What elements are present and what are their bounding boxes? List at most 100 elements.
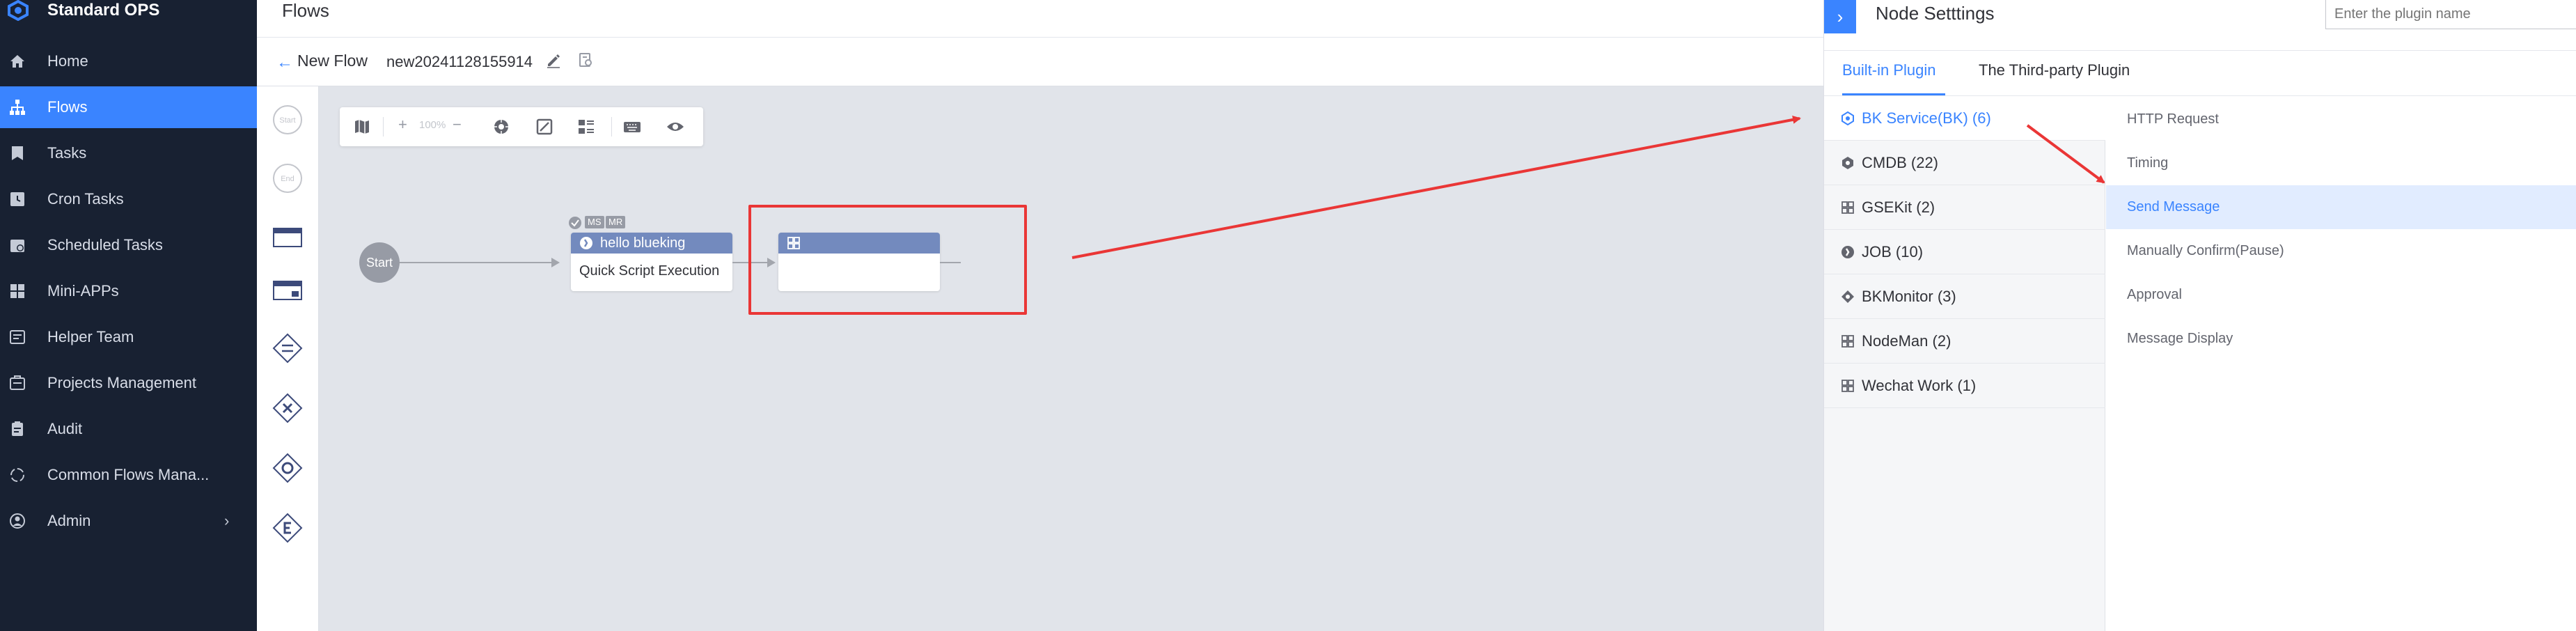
nav-item-scheduled-tasks[interactable]: Scheduled Tasks bbox=[0, 224, 257, 266]
cron-icon bbox=[10, 192, 24, 206]
zoom-out-button[interactable]: − bbox=[453, 116, 462, 134]
group-label: Wechat Work (1) bbox=[1862, 377, 1977, 394]
plugin-label: Send Message bbox=[2127, 199, 2220, 215]
home-icon bbox=[10, 55, 24, 68]
canvas-toolbar: + 100% − bbox=[340, 107, 703, 146]
nav-item-cron-tasks[interactable]: Cron Tasks bbox=[0, 178, 257, 220]
nav-label: Mini-APPs bbox=[47, 282, 119, 299]
connector-arrow bbox=[551, 258, 560, 267]
end-node-tool[interactable]: End bbox=[271, 162, 304, 195]
converge-gateway-tool[interactable] bbox=[271, 451, 304, 485]
group-item-job[interactable]: JOB (10) bbox=[1824, 230, 2105, 274]
plugin-item-timing[interactable]: Timing bbox=[2106, 141, 2576, 185]
zoom-level: 100% bbox=[419, 119, 446, 131]
map-icon[interactable] bbox=[352, 117, 372, 137]
badge-ms: MS bbox=[585, 216, 604, 228]
format-layout-icon[interactable] bbox=[576, 117, 596, 137]
task-node-title: hello blueking bbox=[600, 235, 686, 251]
nav-item-helper-team[interactable]: Helper Team bbox=[0, 316, 257, 358]
nodeman-icon bbox=[1841, 335, 1854, 348]
task-node-tool[interactable] bbox=[271, 220, 304, 254]
task-node-description: Quick Script Execution bbox=[579, 263, 720, 279]
plugin-item-send-message[interactable]: Send Message bbox=[2106, 185, 2576, 229]
group-label: JOB (10) bbox=[1862, 243, 1924, 260]
edit-icon[interactable] bbox=[545, 52, 562, 68]
script-icon bbox=[580, 237, 592, 249]
task-node-header: hello blueking bbox=[571, 233, 732, 254]
start-node[interactable]: Start bbox=[359, 242, 400, 283]
nav-item-flows[interactable]: Flows bbox=[0, 86, 257, 128]
group-item-bk-service[interactable]: BK Service(BK) (6) bbox=[1824, 96, 2105, 141]
exclusive-gateway-tool[interactable] bbox=[271, 391, 304, 425]
tab-built-in-plugin[interactable]: Built-in Plugin bbox=[1842, 61, 1936, 79]
task-node-hello-blueking[interactable]: hello blueking Quick Script Execution bbox=[571, 233, 732, 291]
panel-title: Node Setttings bbox=[1876, 3, 1995, 24]
badge-mr: MR bbox=[606, 216, 626, 228]
nav-label: Home bbox=[47, 52, 88, 70]
wechat-work-icon bbox=[1841, 380, 1854, 392]
scheduled-icon bbox=[10, 240, 24, 252]
nav-item-tasks[interactable]: Tasks bbox=[0, 132, 257, 174]
nav-item-audit[interactable]: Audit bbox=[0, 408, 257, 450]
flows-icon bbox=[10, 100, 25, 115]
group-item-wechat-work[interactable]: Wechat Work (1) bbox=[1824, 364, 2105, 408]
nav-label: Projects Management bbox=[47, 374, 196, 391]
tab-third-party-plugin[interactable]: The Third-party Plugin bbox=[1979, 61, 2130, 79]
group-item-bkmonitor[interactable]: BKMonitor (3) bbox=[1824, 274, 2105, 319]
page-title: Flows bbox=[282, 0, 329, 21]
nav-label: Common Flows Mana... bbox=[47, 466, 210, 483]
group-item-gsekit[interactable]: GSEKit (2) bbox=[1824, 185, 2105, 230]
eye-icon[interactable] bbox=[666, 117, 685, 137]
nav-item-home[interactable]: Home bbox=[0, 40, 257, 82]
projects-icon bbox=[10, 375, 25, 390]
mini-apps-icon bbox=[10, 284, 24, 298]
nav-item-mini-apps[interactable]: Mini-APPs bbox=[0, 270, 257, 312]
nav-item-projects-management[interactable]: Projects Management bbox=[0, 362, 257, 404]
back-arrow-icon[interactable]: ← bbox=[276, 53, 293, 72]
reset-position-icon[interactable] bbox=[492, 117, 511, 137]
plugin-label: Message Display bbox=[2127, 331, 2233, 346]
save-template-icon[interactable] bbox=[577, 52, 594, 68]
flow-name: new20241128155914 bbox=[386, 53, 533, 70]
check-circle-icon bbox=[569, 217, 581, 229]
screenshot-icon[interactable] bbox=[535, 117, 554, 137]
group-item-nodeman[interactable]: NodeMan (2) bbox=[1824, 319, 2105, 364]
audit-icon bbox=[12, 421, 23, 436]
admin-icon bbox=[10, 513, 25, 529]
plugin-label: HTTP Request bbox=[2127, 111, 2219, 127]
brand[interactable]: Standard OPS bbox=[0, 0, 257, 21]
gsekit-icon bbox=[1841, 201, 1854, 214]
group-label: CMDB (22) bbox=[1862, 154, 1939, 171]
cmdb-icon bbox=[1842, 157, 1853, 169]
plugin-label: Timing bbox=[2127, 155, 2169, 171]
plugin-group-list: BK Service(BK) (6) CMDB (22) GSEKit (2) … bbox=[1824, 96, 2105, 631]
bkmonitor-icon bbox=[1841, 290, 1854, 303]
back-link[interactable]: New Flow bbox=[297, 52, 368, 70]
collapse-panel-button[interactable]: › bbox=[1824, 0, 1856, 33]
group-label: BKMonitor (3) bbox=[1862, 288, 1956, 305]
plugin-search-input[interactable] bbox=[2325, 0, 2576, 29]
conditional-gateway-tool[interactable] bbox=[271, 511, 304, 545]
start-node-tool[interactable]: Start bbox=[271, 103, 304, 137]
toolbar-separator bbox=[383, 117, 384, 137]
nav-label: Flows bbox=[47, 98, 88, 116]
nav-label: Tasks bbox=[47, 144, 87, 162]
keyboard-icon[interactable] bbox=[622, 117, 642, 137]
plugin-item-approval[interactable]: Approval bbox=[2106, 273, 2576, 317]
palette-start-label: Start bbox=[279, 116, 295, 125]
toolbar-separator bbox=[611, 117, 612, 137]
nav-item-common-flows[interactable]: Common Flows Mana... bbox=[0, 454, 257, 496]
nav-item-admin[interactable]: Admin › bbox=[0, 500, 257, 542]
plugin-item-message-display[interactable]: Message Display bbox=[2106, 317, 2576, 361]
zoom-in-button[interactable]: + bbox=[398, 116, 407, 134]
subflow-node-tool[interactable] bbox=[271, 273, 304, 306]
flow-canvas[interactable]: + 100% − Start MS MR hello blueking Quic… bbox=[319, 86, 1823, 631]
connector-line bbox=[400, 262, 553, 263]
nav-label: Admin bbox=[47, 512, 91, 529]
nav-label: Cron Tasks bbox=[47, 190, 124, 208]
group-item-cmdb[interactable]: CMDB (22) bbox=[1824, 141, 2105, 185]
plugin-item-http-request[interactable]: HTTP Request bbox=[2106, 98, 2576, 141]
plugin-item-manually-confirm[interactable]: Manually Confirm(Pause) bbox=[2106, 229, 2576, 273]
job-icon bbox=[1841, 246, 1854, 258]
parallel-gateway-tool[interactable] bbox=[271, 332, 304, 365]
